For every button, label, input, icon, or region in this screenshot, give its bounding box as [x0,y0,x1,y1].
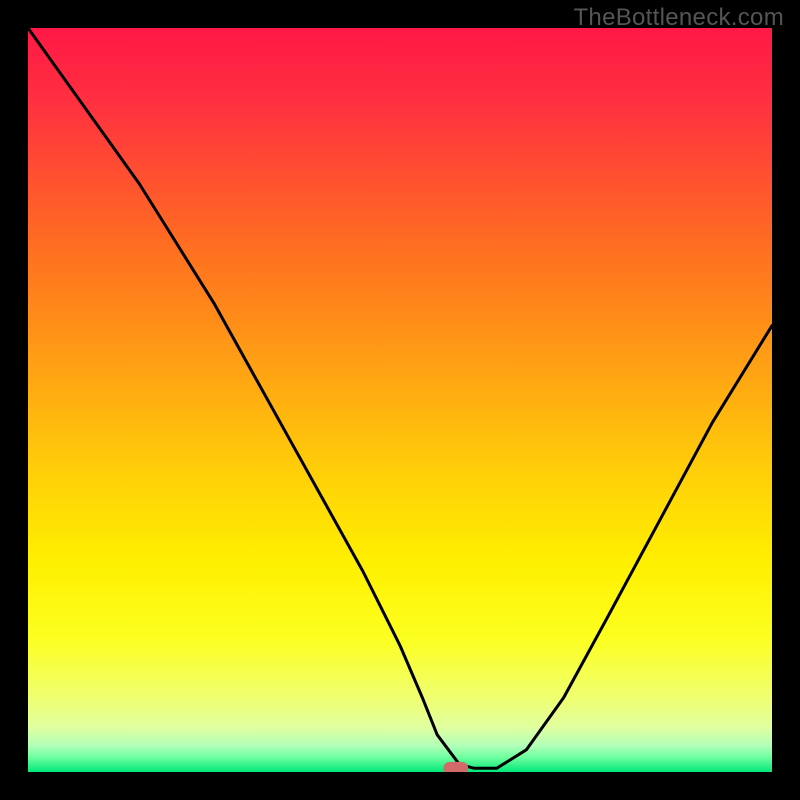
bottleneck-chart [28,28,772,772]
gradient-background [28,28,772,772]
optimum-marker [444,762,468,772]
chart-frame: TheBottleneck.com [0,0,800,800]
plot-area [28,28,772,772]
